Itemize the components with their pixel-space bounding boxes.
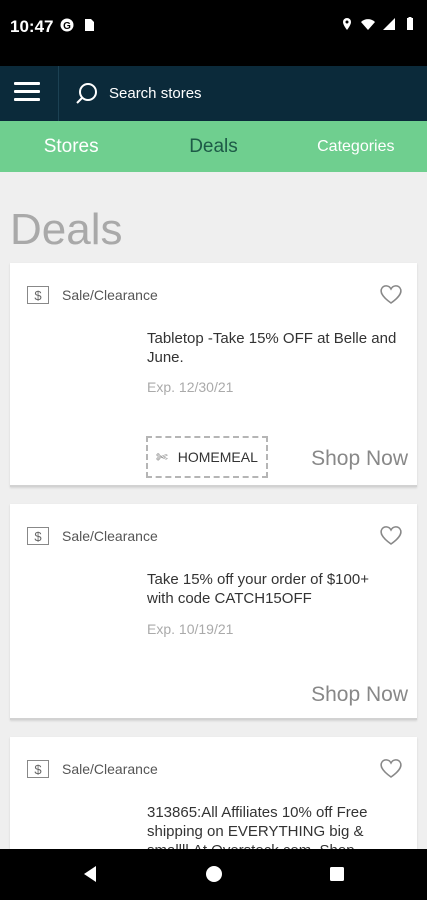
search-icon <box>76 82 97 104</box>
deal-category-label: Sale/Clearance <box>62 761 158 777</box>
dollar-icon: $ <box>27 760 49 778</box>
dollar-icon: $ <box>27 527 49 545</box>
search-bar[interactable] <box>58 66 427 121</box>
page-title: Deals <box>10 205 123 254</box>
favorite-heart-icon[interactable] <box>379 757 403 779</box>
tab-deals[interactable]: Deals <box>142 121 284 180</box>
deal-title: 313865:All Affiliates 10% off Free shipp… <box>147 804 368 849</box>
favorite-heart-icon[interactable] <box>379 283 403 305</box>
tab-stores[interactable]: Stores <box>0 121 142 172</box>
deal-category: $ Sale/Clearance <box>27 760 158 778</box>
battery-icon <box>407 17 413 30</box>
deal-category-label: Sale/Clearance <box>62 528 158 544</box>
deal-expiration: Exp. 12/30/21 <box>147 379 234 395</box>
status-time: 10:47 <box>10 17 54 36</box>
location-icon <box>343 18 351 30</box>
deal-category-label: Sale/Clearance <box>62 287 158 303</box>
status-bar: 10:47 G <box>0 0 427 66</box>
system-nav-bar <box>0 849 427 900</box>
deal-card[interactable]: $ Sale/Clearance 313865:All Affiliates 1… <box>10 737 417 849</box>
app-bar <box>0 66 427 121</box>
hamburger-icon <box>14 82 40 85</box>
signal-icon <box>383 18 395 30</box>
deal-title: Take 15% off your order of $100+ with co… <box>147 571 369 607</box>
tab-categories[interactable]: Categories <box>285 121 427 172</box>
back-icon[interactable] <box>80 864 100 884</box>
deal-category: $ Sale/Clearance <box>27 286 158 304</box>
wifi-icon <box>361 19 375 30</box>
dollar-icon: $ <box>27 286 49 304</box>
svg-text:G: G <box>63 21 71 32</box>
deal-card[interactable]: $ Sale/Clearance Tabletop -Take 15% OFF … <box>10 263 417 487</box>
sd-card-icon <box>85 19 94 31</box>
notification-app-icon: G <box>60 18 74 32</box>
home-icon[interactable] <box>204 864 224 884</box>
coupon-code[interactable]: ✄ HOMEMEAL <box>146 436 268 478</box>
status-system-icons <box>340 17 417 31</box>
deal-expiration: Exp. 10/19/21 <box>147 621 234 637</box>
deal-title: Tabletop -Take 15% OFF at Belle and June… <box>147 330 397 366</box>
deal-card[interactable]: $ Sale/Clearance Take 15% off your order… <box>10 504 417 720</box>
status-notification-icons: G <box>60 18 96 32</box>
deal-category: $ Sale/Clearance <box>27 527 158 545</box>
scissors-icon: ✄ <box>156 448 168 465</box>
tab-deals-label: Deals <box>189 135 238 157</box>
deals-content[interactable]: Deals $ Sale/Clearance Tabletop -Take 15… <box>0 172 427 849</box>
coupon-code-text: HOMEMEAL <box>177 449 258 465</box>
shop-now-button[interactable]: Shop Now <box>311 447 408 471</box>
tab-bar: Stores Deals Categories <box>0 121 427 180</box>
shop-now-button[interactable]: Shop Now <box>311 683 408 707</box>
search-input[interactable] <box>109 85 309 102</box>
favorite-heart-icon[interactable] <box>379 524 403 546</box>
recents-icon[interactable] <box>327 864 347 884</box>
menu-button[interactable] <box>14 82 40 104</box>
